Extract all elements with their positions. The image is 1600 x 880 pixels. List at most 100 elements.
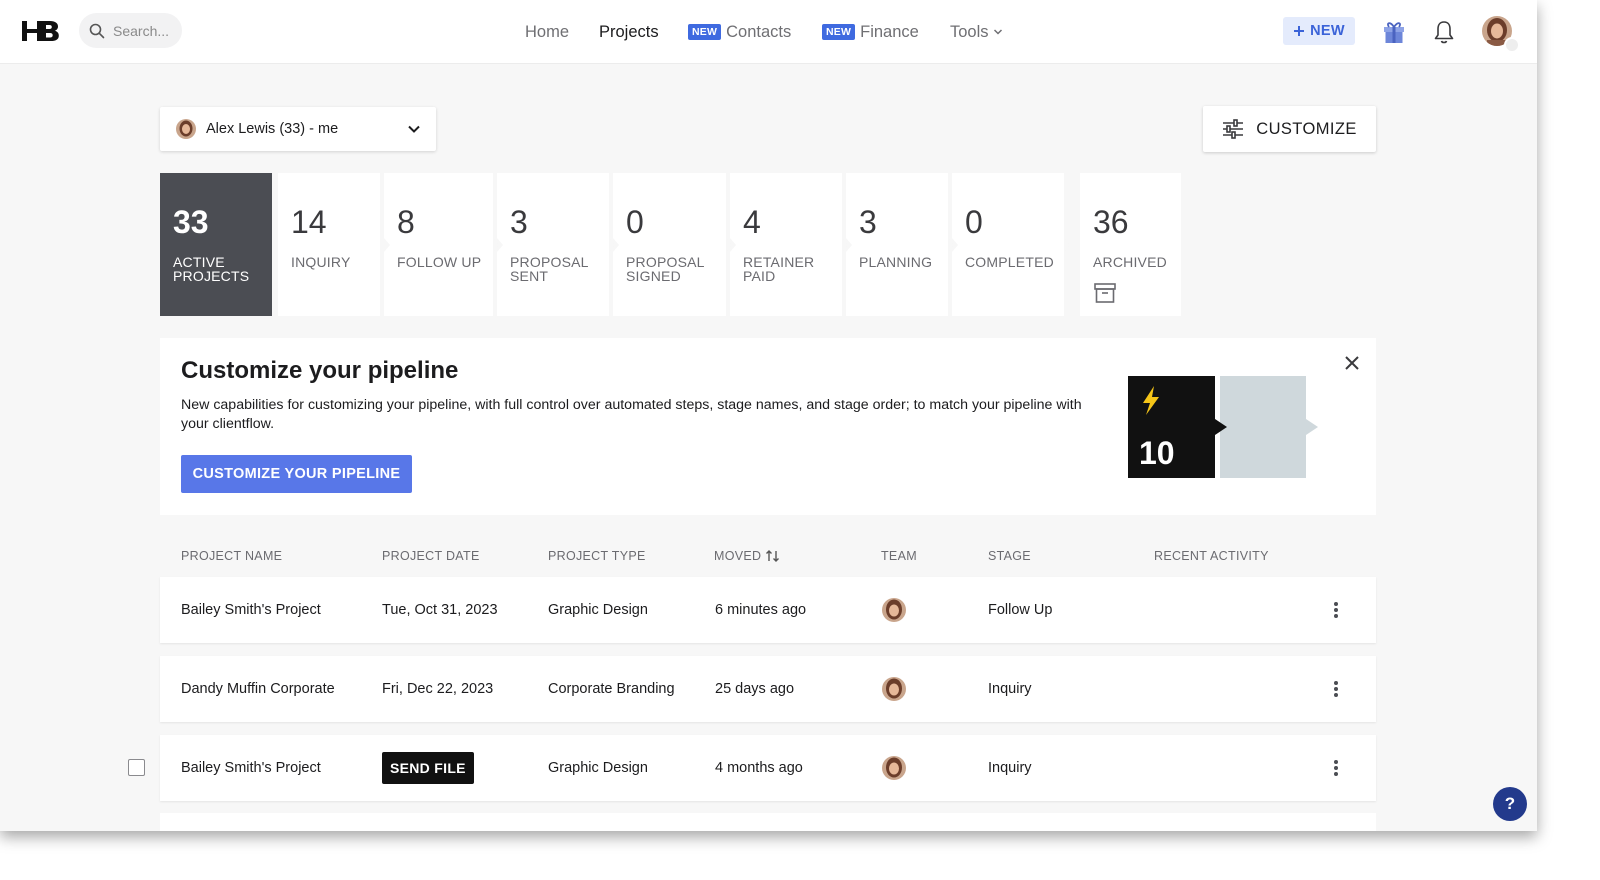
avatar xyxy=(882,677,906,701)
table-row[interactable]: Dandy Muffin Corporate Fri, Dec 22, 2023… xyxy=(160,656,1376,722)
stage-arrow xyxy=(842,238,848,252)
project-type: Graphic Design xyxy=(548,760,648,776)
avatar xyxy=(882,756,906,780)
column-header-stage[interactable]: STAGE xyxy=(988,549,1031,563)
column-header-moved[interactable]: MOVED xyxy=(714,549,781,563)
banner-body: New capabilities for customizing your pi… xyxy=(181,397,1082,432)
more-options-icon[interactable] xyxy=(1326,757,1346,779)
nav-contacts[interactable]: NEW Contacts xyxy=(688,0,791,64)
stage-count: 0 xyxy=(626,204,644,240)
new-badge: NEW xyxy=(822,24,856,40)
project-date: Fri, Dec 22, 2023 xyxy=(382,681,494,697)
gift-icon[interactable] xyxy=(1381,18,1407,46)
help-button[interactable]: ? xyxy=(1493,787,1527,821)
column-header-label: TEAM xyxy=(881,549,917,563)
more-options-icon[interactable] xyxy=(1326,599,1346,621)
customize-button[interactable]: CUSTOMIZE xyxy=(1203,106,1376,152)
column-header-label: PROJECT DATE xyxy=(382,549,480,563)
top-nav-bar: Home Projects NEW Contacts NEW Finance T… xyxy=(0,0,1537,64)
nav-finance[interactable]: NEW Finance xyxy=(822,0,919,64)
stage-count: 3 xyxy=(859,204,877,240)
stage-arrow xyxy=(1064,238,1070,252)
chevron-down-icon xyxy=(993,29,1002,35)
table-row[interactable]: Bailey Smith's Project Tue, Oct 31, 2023… xyxy=(160,577,1376,643)
column-header-label: STAGE xyxy=(988,549,1031,563)
customize-pipeline-banner: Customize your pipeline New capabilities… xyxy=(160,338,1376,515)
project-date: Tue, Oct 31, 2023 xyxy=(382,602,498,618)
stage-count: 4 xyxy=(743,204,761,240)
search-box[interactable] xyxy=(79,13,182,48)
archive-icon xyxy=(1094,283,1116,303)
nav-projects[interactable]: Projects xyxy=(599,0,659,64)
stage-tile-completed[interactable]: 0 COMPLETED xyxy=(952,173,1070,316)
stage-arrow xyxy=(726,238,732,252)
customize-pipeline-button[interactable]: CUSTOMIZE YOUR PIPELINE xyxy=(181,455,412,493)
table-row[interactable]: Bailey Smith's Project SEND FILE Graphic… xyxy=(160,735,1376,801)
project-name[interactable]: Dandy Muffin Corporate xyxy=(181,656,335,722)
stage-arrow xyxy=(609,238,615,252)
send-file-button[interactable]: SEND FILE xyxy=(382,752,474,784)
project-type: Graphic Design xyxy=(548,602,648,618)
customize-button-label: CUSTOMIZE xyxy=(1256,119,1357,138)
stage-tile-retainer-paid[interactable]: 4 RETAINER PAID xyxy=(730,173,848,316)
more-options-icon[interactable] xyxy=(1326,678,1346,700)
stage-label: INQUIRY xyxy=(291,254,351,270)
moved-time: 25 days ago xyxy=(715,681,795,697)
column-header-recent-activity: RECENT ACTIVITY xyxy=(1154,549,1269,563)
new-button-label: NEW xyxy=(1310,23,1345,39)
honeybook-logo[interactable] xyxy=(20,18,60,44)
column-header-label: RECENT ACTIVITY xyxy=(1154,549,1269,563)
moved-time: 6 minutes ago xyxy=(715,602,807,618)
stage-label: COMPLETED xyxy=(965,254,1054,270)
project-stage: Inquiry xyxy=(988,760,1032,776)
stage-label: FOLLOW UP xyxy=(397,254,482,270)
stage-arrow xyxy=(948,238,954,252)
nav-contacts-label: Contacts xyxy=(726,22,792,41)
nav-tools[interactable]: Tools xyxy=(950,0,1003,64)
stage-tile-active-projects[interactable]: 33 ACTIVE PROJECTS xyxy=(160,173,272,316)
column-header-project-date[interactable]: PROJECT DATE xyxy=(382,549,480,563)
stage-count: 8 xyxy=(397,204,415,240)
moved-time: 4 months ago xyxy=(715,760,803,776)
stage-count: 3 xyxy=(510,204,528,240)
row-select-checkbox[interactable] xyxy=(128,759,145,776)
banner-title: Customize your pipeline xyxy=(181,357,459,384)
stage-label: PLANNING xyxy=(859,254,933,270)
stage-label: RETAINER PAID xyxy=(743,254,815,284)
stage-tile-proposal-sent[interactable]: 3 PROPOSAL SENT xyxy=(497,173,615,316)
bell-icon[interactable] xyxy=(1431,18,1457,46)
nav-finance-label: Finance xyxy=(860,22,919,41)
stage-tile-inquiry[interactable]: 14 INQUIRY xyxy=(278,173,386,316)
close-icon[interactable] xyxy=(1342,353,1362,373)
stage-label: PROPOSAL SIGNED xyxy=(626,254,705,284)
column-header-project-type[interactable]: PROJECT TYPE xyxy=(548,549,646,563)
send-file-cell: SEND FILE xyxy=(382,735,474,801)
stage-tile-proposal-signed[interactable]: 0 PROPOSAL SIGNED xyxy=(613,173,732,316)
stage-count: 14 xyxy=(291,204,327,240)
stage-label: PROPOSAL SENT xyxy=(510,254,589,284)
table-row[interactable] xyxy=(160,813,1376,831)
stage-tile-follow-up[interactable]: 8 FOLLOW UP xyxy=(384,173,499,316)
column-header-label: PROJECT TYPE xyxy=(548,549,646,563)
app-window: Home Projects NEW Contacts NEW Finance T… xyxy=(0,0,1537,831)
nav-projects-label: Projects xyxy=(599,22,659,41)
stage-tile-archived[interactable]: 36 ARCHIVED xyxy=(1080,173,1181,316)
avatar xyxy=(882,598,906,622)
sort-icon[interactable] xyxy=(765,549,781,563)
stage-count: 36 xyxy=(1093,204,1129,240)
nav-home[interactable]: Home xyxy=(525,0,569,64)
team-member-select[interactable]: Alex Lewis (33) - me xyxy=(160,107,436,151)
column-header-project-name[interactable]: PROJECT NAME xyxy=(181,549,282,563)
search-input[interactable] xyxy=(113,22,175,39)
new-button[interactable]: NEW xyxy=(1283,17,1355,45)
chevron-down-icon xyxy=(408,125,420,133)
project-name[interactable]: Bailey Smith's Project xyxy=(181,735,321,801)
nav-home-label: Home xyxy=(525,22,570,41)
stage-label: ACTIVE PROJECTS xyxy=(173,254,250,284)
project-name[interactable]: Bailey Smith's Project xyxy=(181,577,321,643)
pipeline-illustration: 10 xyxy=(1128,376,1318,478)
search-icon xyxy=(89,23,105,38)
column-header-label: MOVED xyxy=(714,549,762,563)
stage-tile-planning[interactable]: 3 PLANNING xyxy=(846,173,954,316)
stage-label: ARCHIVED xyxy=(1093,254,1167,270)
